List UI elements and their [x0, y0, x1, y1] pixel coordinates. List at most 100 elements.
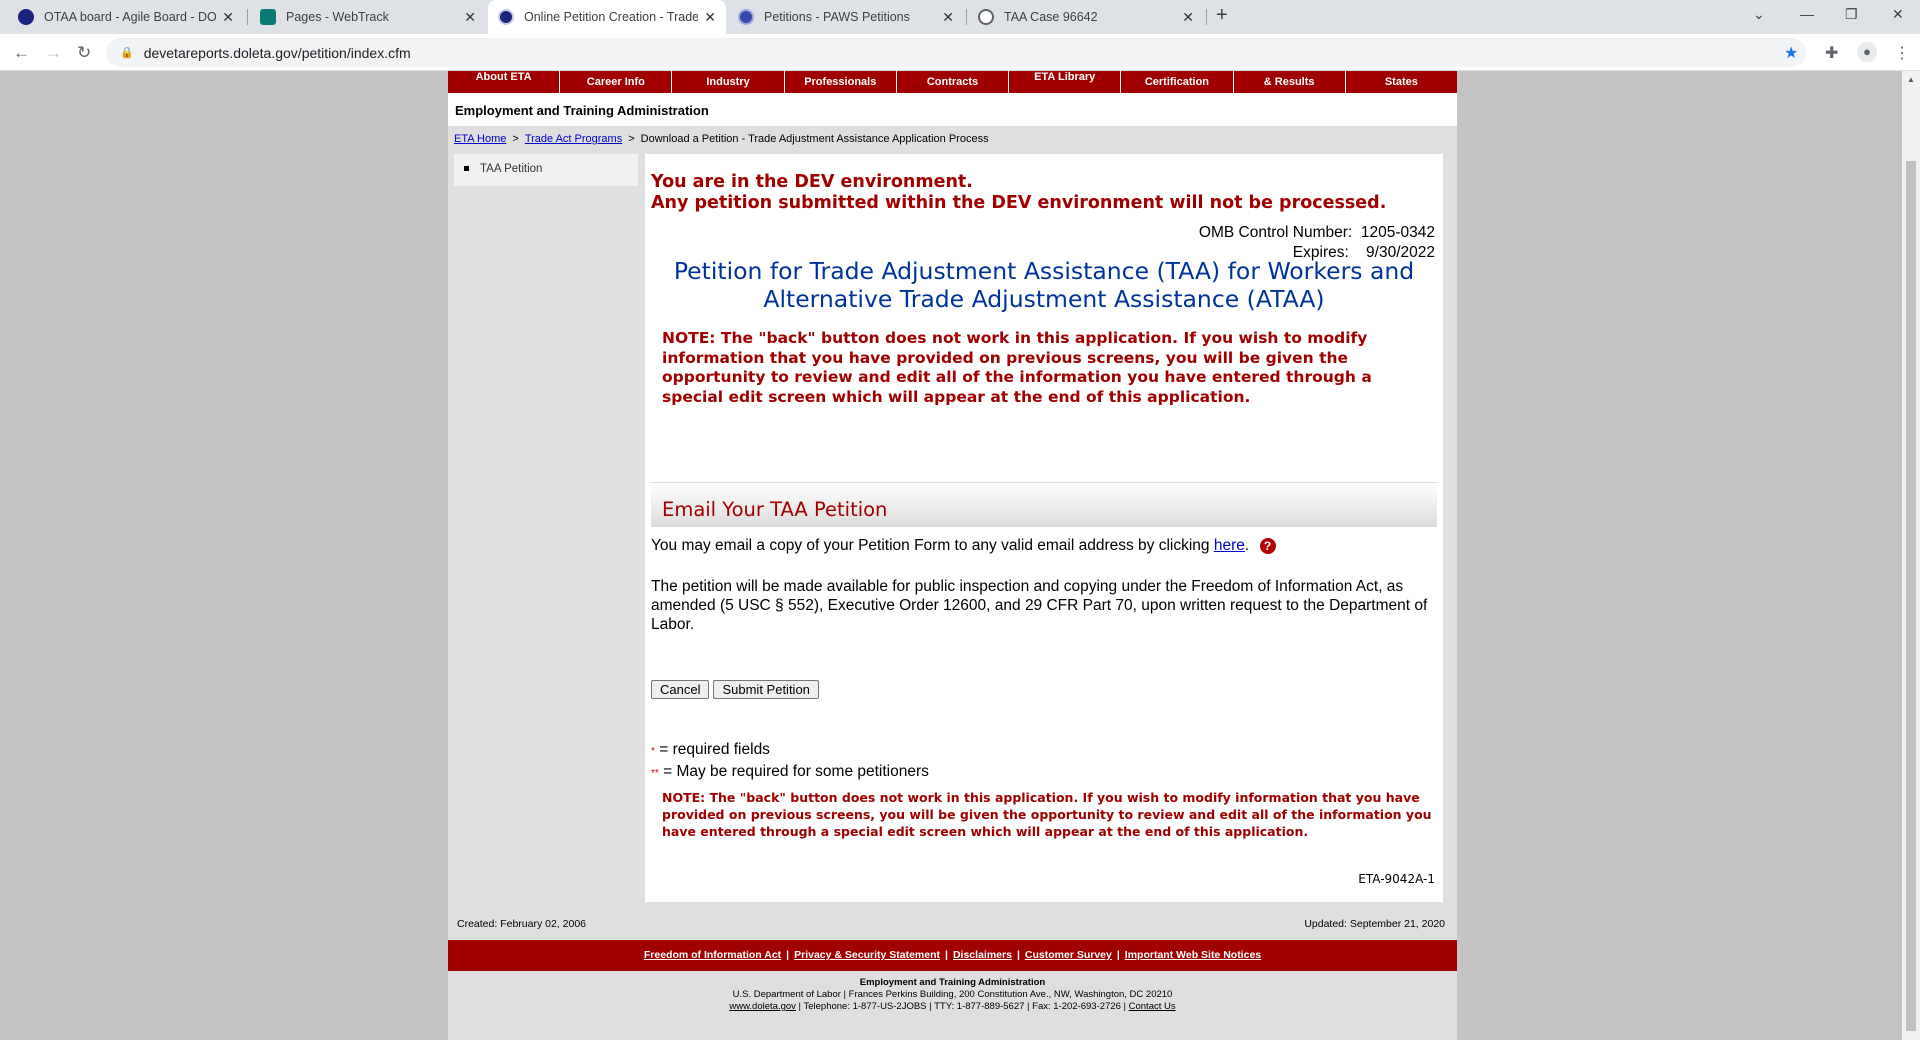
- footer-link-foia[interactable]: Freedom of Information Act: [644, 949, 781, 961]
- new-tab-button[interactable]: +: [1216, 4, 1228, 27]
- footer-link-survey[interactable]: Customer Survey: [1025, 949, 1112, 961]
- close-window-icon[interactable]: ✕: [1892, 6, 1904, 23]
- foia-statement: The petition will be made available for …: [651, 578, 1428, 633]
- page-viewport: About ETA Career Info Industry Professio…: [0, 71, 1902, 1040]
- email-here-link[interactable]: here: [1214, 537, 1245, 554]
- agency-name: Employment and Training Administration: [448, 93, 1457, 126]
- breadcrumb-separator: >: [512, 133, 519, 145]
- address-bar[interactable]: 🔒 devetareports.doleta.gov/petition/inde…: [106, 38, 1806, 67]
- footer-address: Employment and Training Administration U…: [448, 977, 1457, 1013]
- tab-separator: [247, 9, 248, 25]
- close-tab-icon[interactable]: ✕: [1182, 9, 1194, 26]
- required-legend: * = required fields: [651, 740, 929, 762]
- email-section-header: Email Your TAA Petition: [651, 483, 1437, 527]
- page-title-line2: Alternative Trade Adjustment Assistance …: [763, 285, 1325, 313]
- tab-separator: [1206, 9, 1207, 25]
- footer-contact-link[interactable]: Contact Us: [1129, 1001, 1176, 1012]
- tab-favicon-icon: [738, 9, 754, 25]
- footer-links: Freedom of Information Act | Privacy & Sec…: [448, 940, 1457, 971]
- nav-contracts[interactable]: Contracts: [897, 71, 1010, 93]
- omb-label: OMB Control Number:: [1198, 224, 1353, 241]
- breadcrumb-eta-home[interactable]: ETA Home: [454, 133, 506, 145]
- email-period: .: [1244, 537, 1250, 554]
- dev-warning-line2: Any petition submitted within the DEV en…: [651, 193, 1387, 213]
- required-marker: *: [651, 746, 655, 757]
- tab-title: Pages - WebTrack: [286, 10, 389, 24]
- lock-icon[interactable]: 🔒: [120, 46, 134, 59]
- footer-phones: | Telephone: 1-877-US-2JOBS | TTY: 1-877…: [795, 1001, 1129, 1012]
- browser-tab[interactable]: Pages - WebTrack ✕: [250, 0, 486, 34]
- tab-title: Online Petition Creation - Trade A: [524, 10, 699, 24]
- close-tab-icon[interactable]: ✕: [942, 9, 954, 26]
- page-container: About ETA Career Info Industry Professio…: [448, 71, 1457, 1040]
- required-text: = required fields: [659, 741, 770, 758]
- page-title-line1: Petition for Trade Adjustment Assistance…: [673, 257, 1415, 285]
- nav-states[interactable]: States: [1346, 71, 1457, 93]
- form-actions: Cancel Submit Petition: [651, 680, 823, 699]
- breadcrumb-trade-act-programs[interactable]: Trade Act Programs: [525, 133, 622, 145]
- footer-site-link[interactable]: www.doleta.gov: [729, 1001, 796, 1012]
- browser-tab[interactable]: Petitions - PAWS Petitions ✕: [728, 0, 964, 34]
- tab-title: TAA Case 96642: [1004, 10, 1098, 24]
- footer-org: Employment and Training Administration: [859, 977, 1046, 988]
- star-icon[interactable]: ★: [1784, 43, 1798, 63]
- nav-results[interactable]: & Results: [1234, 71, 1346, 93]
- footer-link-disclaimers[interactable]: Disclaimers: [953, 949, 1012, 961]
- nav-career-info[interactable]: Career Info: [560, 71, 673, 93]
- page-scrollbar[interactable]: ▲: [1902, 71, 1920, 1040]
- browser-tab[interactable]: OTAA board - Agile Board - DOL ✕: [8, 0, 244, 34]
- breadcrumb-current: Download a Petition - Trade Adjustment A…: [640, 133, 989, 145]
- tab-title: Petitions - PAWS Petitions: [764, 10, 910, 24]
- back-button-note-bottom: NOTE: The "back" button does not work in…: [662, 790, 1432, 839]
- footer-link-notices[interactable]: Important Web Site Notices: [1125, 949, 1261, 961]
- footer-link-privacy[interactable]: Privacy & Security Statement: [794, 949, 940, 961]
- breadcrumb-separator: >: [628, 133, 635, 145]
- created-date: Created: February 02, 2006: [457, 918, 586, 930]
- forward-arrow-icon[interactable]: →: [45, 43, 62, 63]
- help-icon[interactable]: ?: [1259, 538, 1276, 554]
- url-text: devetareports.doleta.gov/petition/index.…: [143, 44, 411, 61]
- browser-tab-active[interactable]: Online Petition Creation - Trade A ✕: [488, 0, 726, 34]
- footer-separator: |: [945, 949, 948, 961]
- puzzle-icon[interactable]: ✚: [1825, 43, 1838, 63]
- field-legend: * = required fields ** = May be required…: [651, 740, 929, 783]
- sidebar-item-label: TAA Petition: [480, 163, 543, 175]
- nav-eta-library[interactable]: ETA Library: [1009, 71, 1122, 93]
- nav-certification[interactable]: Certification: [1121, 71, 1234, 93]
- submit-petition-button[interactable]: Submit Petition: [713, 680, 819, 699]
- minimize-icon[interactable]: —: [1800, 6, 1814, 22]
- updated-date: Updated: September 21, 2020: [1304, 918, 1445, 930]
- maybe-required-marker: **: [651, 767, 659, 779]
- restore-icon[interactable]: ❐: [1845, 6, 1858, 23]
- globe-favicon-icon: [978, 9, 994, 25]
- profile-icon[interactable]: ●: [1857, 42, 1877, 62]
- omb-number: 1205-0342: [1360, 224, 1435, 241]
- reload-icon[interactable]: ↻: [77, 43, 91, 63]
- close-tab-icon[interactable]: ✕: [464, 9, 476, 26]
- nav-industry[interactable]: Industry: [672, 71, 785, 93]
- footer-separator: |: [786, 949, 790, 961]
- scrollbar-thumb[interactable]: [1906, 161, 1916, 1031]
- back-arrow-icon[interactable]: ←: [13, 43, 30, 63]
- browser-tab-strip: OTAA board - Agile Board - DOL ✕ Pages -…: [0, 0, 1920, 34]
- breadcrumb: ETA Home > Trade Act Programs > Download a P…: [454, 133, 989, 145]
- sidebar-item-taa-petition[interactable]: TAA Petition: [454, 154, 638, 186]
- footer-separator: |: [1116, 949, 1120, 961]
- cancel-button[interactable]: Cancel: [651, 680, 710, 699]
- tab-favicon-icon: [18, 9, 34, 25]
- dev-warning-line1: You are in the DEV environment.: [651, 172, 973, 192]
- page-title: Petition for Trade Adjustment Assistance…: [645, 257, 1443, 313]
- nav-about-eta[interactable]: About ETA: [448, 71, 561, 93]
- tab-search-icon[interactable]: ⌄: [1753, 6, 1765, 23]
- back-button-note: NOTE: The "back" button does not work in…: [662, 329, 1372, 406]
- footer-separator: |: [1016, 949, 1020, 961]
- close-tab-icon[interactable]: ✕: [222, 9, 234, 26]
- footer-address-line: U.S. Department of Labor | Frances Perki…: [732, 989, 1173, 1000]
- nav-professionals[interactable]: Professionals: [785, 71, 897, 93]
- browser-tab[interactable]: TAA Case 96642 ✕: [968, 0, 1204, 34]
- footer-contact-line: www.doleta.gov | Telephone: 1-877-US-2JO…: [448, 1001, 1457, 1013]
- kebab-menu-icon[interactable]: ⋮: [1894, 43, 1910, 63]
- main-content: You are in the DEV environment. Any peti…: [645, 154, 1443, 902]
- close-tab-icon[interactable]: ✕: [704, 9, 716, 26]
- scroll-up-icon[interactable]: ▲: [1907, 75, 1915, 84]
